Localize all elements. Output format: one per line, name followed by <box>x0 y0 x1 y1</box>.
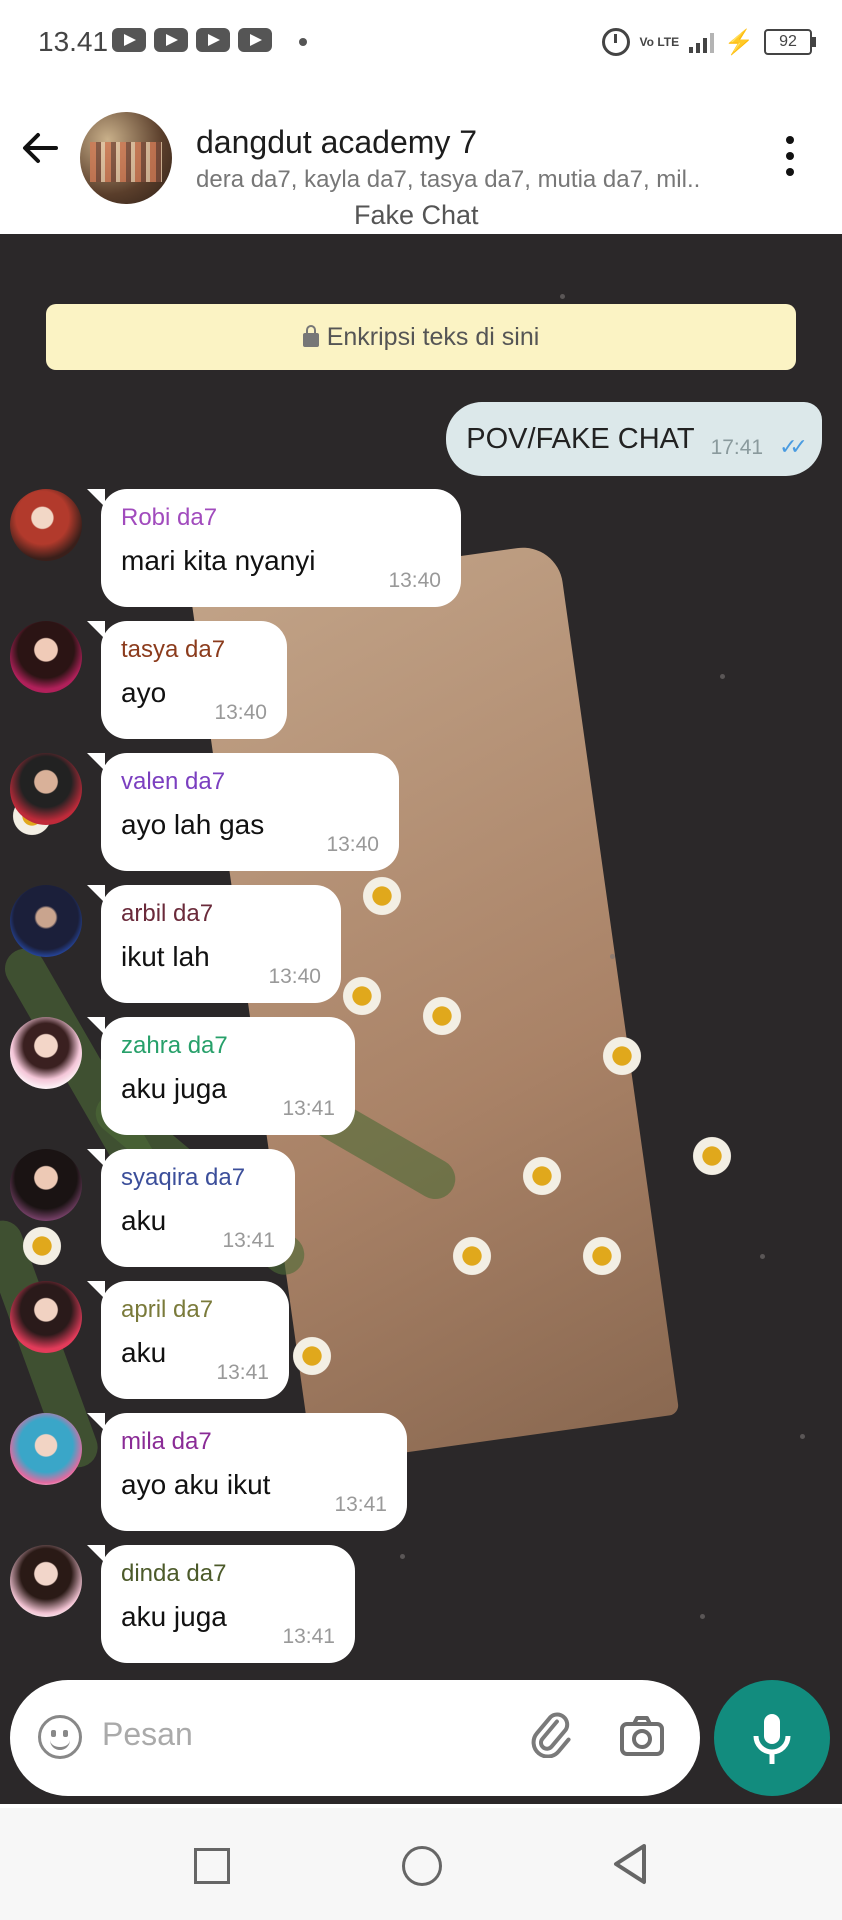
home-button[interactable] <box>402 1846 442 1886</box>
message-sender: dinda da7 <box>121 1560 227 1587</box>
message-sender: valen da7 <box>121 768 226 795</box>
chat-area: Enkripsi teks di sini POV/FAKE CHAT 17:4… <box>0 234 842 1804</box>
outgoing-message-text: POV/FAKE CHAT <box>466 422 695 455</box>
message-input-bar[interactable]: Pesan <box>10 1680 700 1796</box>
message-sender: april da7 <box>121 1296 214 1323</box>
attachment-icon[interactable] <box>528 1710 576 1758</box>
message-bubble[interactable]: dinda da7 aku juga 13:41 <box>87 1545 355 1663</box>
message-bubble[interactable]: Robi da7 mari kita nyanyi 13:40 <box>87 489 461 607</box>
camera-icon[interactable] <box>618 1712 666 1760</box>
chat-header: dangdut academy 7 dera da7, kayla da7, t… <box>0 84 842 234</box>
youtube-notification-icon <box>154 28 188 52</box>
fake-chat-label: Fake Chat <box>354 200 479 230</box>
message-time: 13:41 <box>216 1361 269 1384</box>
more-options-icon[interactable] <box>780 136 800 184</box>
sender-avatar[interactable] <box>10 1281 82 1353</box>
message-bubble[interactable]: syaqira da7 aku 13:41 <box>87 1149 295 1267</box>
group-avatar[interactable] <box>80 112 172 204</box>
charging-icon: ⚡ <box>724 28 754 56</box>
sender-avatar[interactable] <box>10 1545 82 1617</box>
group-name[interactable]: dangdut academy 7 <box>196 124 477 161</box>
encryption-notice-text: Enkripsi teks di sini <box>326 323 540 351</box>
alarm-icon <box>601 28 630 56</box>
system-navigation-bar <box>0 1808 842 1920</box>
message-sender: tasya da7 <box>121 636 226 663</box>
encryption-notice[interactable]: Enkripsi teks di sini <box>46 304 796 370</box>
system-back-button[interactable] <box>610 1842 650 1886</box>
sender-avatar[interactable] <box>10 1149 82 1221</box>
group-members[interactable]: dera da7, kayla da7, tasya da7, mutia da… <box>196 166 716 194</box>
voice-record-button[interactable] <box>714 1680 830 1796</box>
youtube-notification-icon <box>112 28 146 52</box>
sender-avatar[interactable] <box>10 885 82 957</box>
message-time: 13:40 <box>326 833 379 856</box>
message-time: 13:40 <box>388 569 441 592</box>
message-time: 13:40 <box>214 701 267 724</box>
microphone-icon <box>753 1714 791 1764</box>
message-time: 13:41 <box>282 1625 335 1648</box>
message-bubble[interactable]: april da7 aku 13:41 <box>87 1281 289 1399</box>
recent-apps-button[interactable] <box>194 1848 230 1884</box>
status-time: 13.41 <box>38 26 109 57</box>
message-time: 13:41 <box>282 1097 335 1120</box>
sender-avatar[interactable] <box>10 621 82 693</box>
youtube-notification-icon <box>238 28 272 52</box>
emoji-icon[interactable] <box>38 1715 82 1759</box>
message-bubble[interactable]: arbil da7 ikut lah 13:40 <box>87 885 341 1003</box>
sender-avatar[interactable] <box>10 753 82 825</box>
read-receipt-icon: ✓✓ <box>779 434 808 459</box>
message-sender: Robi da7 <box>121 504 218 531</box>
message-time: 13:41 <box>334 1493 387 1516</box>
message-bubble[interactable]: tasya da7 ayo 13:40 <box>87 621 287 739</box>
message-sender: mila da7 <box>121 1428 212 1455</box>
battery-level: 92 <box>764 29 816 55</box>
more-notifications-dot-icon <box>299 38 307 46</box>
volte-indicator: Vo LTE <box>639 35 680 49</box>
message-time: 13:40 <box>268 965 321 988</box>
outgoing-message-time: 17:41 <box>710 436 764 459</box>
outgoing-message[interactable]: POV/FAKE CHAT 17:41 ✓✓ <box>446 402 822 476</box>
youtube-notification-icon <box>196 28 230 52</box>
lock-icon <box>302 325 319 347</box>
message-sender: zahra da7 <box>121 1032 228 1059</box>
sender-avatar[interactable] <box>10 1413 82 1485</box>
message-input[interactable]: Pesan <box>102 1716 193 1753</box>
status-bar: 13.41 Vo LTE ⚡ 92 <box>0 0 842 84</box>
sender-avatar[interactable] <box>10 489 82 561</box>
message-time: 13:41 <box>222 1229 275 1252</box>
sender-avatar[interactable] <box>10 1017 82 1089</box>
signal-icon <box>689 31 715 53</box>
status-icons: Vo LTE ⚡ 92 <box>601 24 816 60</box>
message-bubble[interactable]: valen da7 ayo lah gas 13:40 <box>87 753 399 871</box>
message-bubble[interactable]: zahra da7 aku juga 13:41 <box>87 1017 355 1135</box>
message-sender: arbil da7 <box>121 900 214 927</box>
message-sender: syaqira da7 <box>121 1164 246 1191</box>
back-arrow-icon[interactable] <box>18 126 62 170</box>
message-bubble[interactable]: mila da7 ayo aku ikut 13:41 <box>87 1413 407 1531</box>
